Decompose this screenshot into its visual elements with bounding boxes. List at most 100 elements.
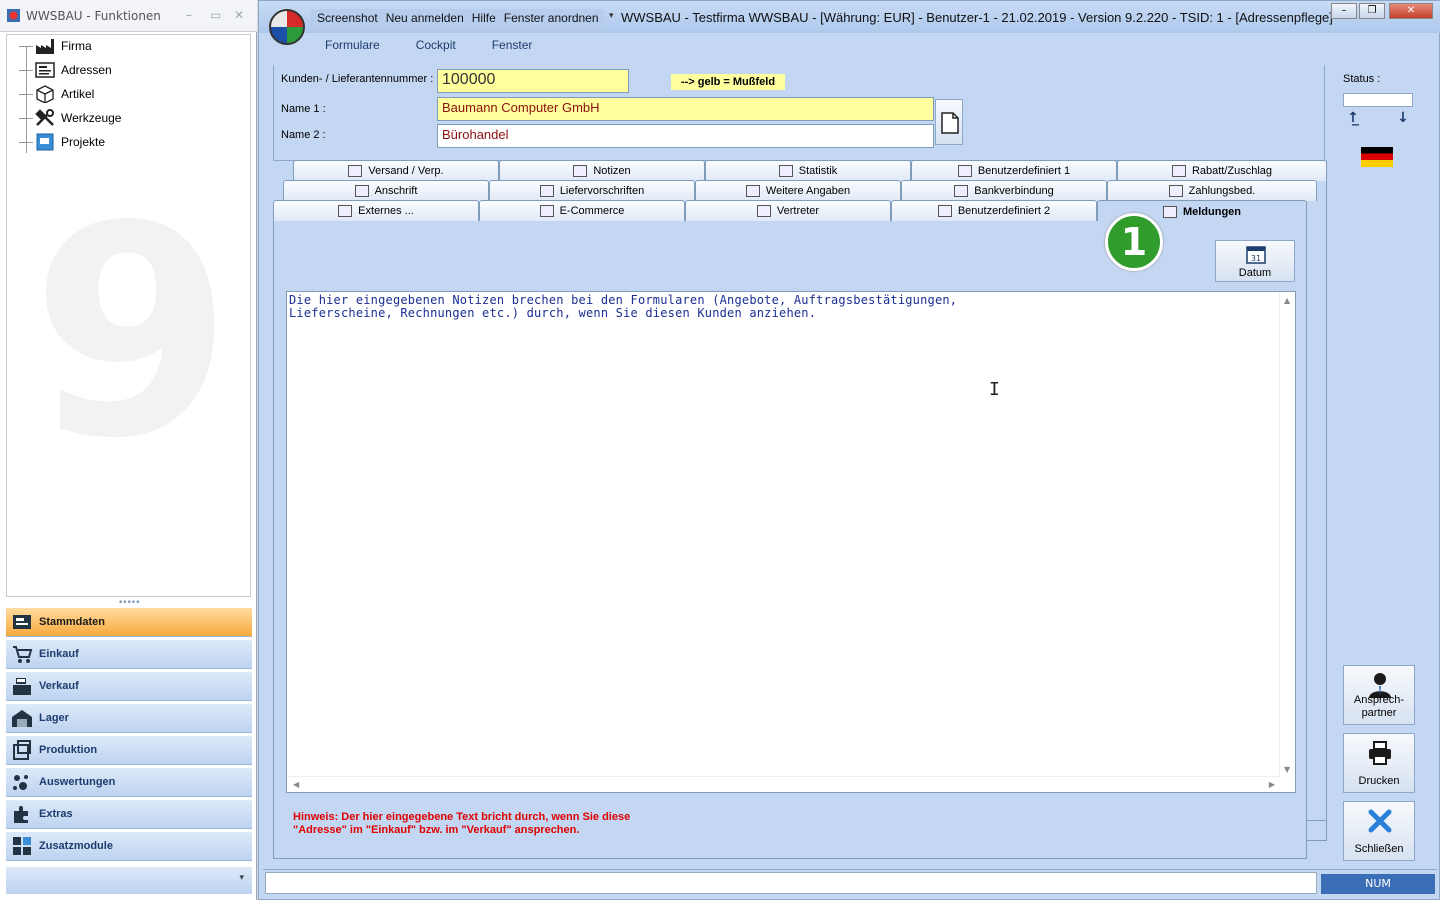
tree-item-label: Firma [61, 39, 92, 53]
tab-label: Anschrift [374, 185, 418, 197]
record-up-icon[interactable]: ↑̲ [1343, 109, 1363, 129]
tab-label: Rabatt/Zuschlag [1191, 165, 1273, 177]
nav-verkauf[interactable]: Verkauf [6, 671, 252, 701]
horizontal-scrollbar[interactable]: ◀ ▶ [287, 776, 1281, 792]
quick-menu-fenster-anordnen[interactable]: Fenster anordnen [504, 11, 599, 27]
nav-label: Verkauf [39, 680, 79, 692]
datum-button[interactable]: 31 Datum [1215, 240, 1295, 282]
tab-e-commerce[interactable]: E-Commerce [479, 200, 685, 221]
scroll-left-icon[interactable]: ◀ [293, 780, 299, 789]
drucken-button[interactable]: Drucken [1343, 733, 1415, 793]
quick-menu-neu-anmelden[interactable]: Neu anmelden [386, 11, 464, 27]
functions-window-title: WWSBAU - Funktionen [26, 9, 161, 23]
tab-liefervorschriften[interactable]: Liefervorschriften [489, 180, 695, 201]
payment-icon [1168, 185, 1183, 197]
tab-bankverbindung[interactable]: Bankverbindung [901, 180, 1107, 201]
schliessen-button[interactable]: Schließen [1343, 801, 1415, 861]
tab-versand[interactable]: Versand / Verp. [293, 160, 499, 181]
users-icon [937, 205, 952, 217]
menu-formulare[interactable]: Formulare [325, 34, 380, 56]
tab-label: Benutzerdefiniert 1 [977, 165, 1071, 177]
tree-item-label: Projekte [61, 135, 106, 149]
tab-weitere-angaben[interactable]: Weitere Angaben [695, 180, 901, 201]
scroll-down-icon[interactable]: ▼ [1284, 765, 1290, 774]
tree-item-artikel[interactable]: Artikel [19, 83, 94, 105]
tree-item-firma[interactable]: Firma [19, 35, 92, 57]
nav-footer[interactable]: ▾ [6, 866, 252, 894]
tab-label: Externes ... [358, 205, 414, 217]
tab-label: Notizen [593, 165, 631, 177]
quick-menu-hilfe[interactable]: Hilfe [472, 11, 496, 27]
address-card-icon [35, 62, 55, 78]
address-maintenance-window: Screenshot Neu anmelden Hilfe Fenster an… [258, 0, 1440, 900]
nav-produktion[interactable]: Produktion [6, 735, 252, 765]
quick-menu-screenshot[interactable]: Screenshot [317, 11, 378, 27]
function-tree: 9 Firma Adressen Artikel Werkzeuge Proje… [6, 34, 251, 597]
tree-item-label: Artikel [61, 87, 95, 101]
nav-einkauf[interactable]: Einkauf [6, 639, 252, 669]
kundennr-label: Kunden- / Lieferantennummer : [281, 73, 434, 85]
nav-extras[interactable]: Extras [6, 799, 252, 829]
schliessen-label: Schließen [1354, 843, 1404, 855]
nav-zusatzmodule[interactable]: Zusatzmodule [6, 831, 252, 861]
scroll-right-icon[interactable]: ▶ [1269, 780, 1275, 789]
factory-icon [36, 39, 54, 54]
chart-icon [778, 165, 793, 177]
hint-text: Hinweis: Der hier eingegebene Text brich… [293, 811, 631, 836]
printer-icon [1369, 741, 1391, 765]
tab-benutzerdefiniert-1[interactable]: Benutzerdefiniert 1 [911, 160, 1117, 181]
package-icon [348, 165, 363, 177]
main-close-button[interactable]: ✕ [1389, 3, 1433, 19]
status-field[interactable] [1343, 93, 1413, 107]
nav-label: Produktion [39, 744, 98, 756]
maximize-icon[interactable]: ▭ [210, 8, 221, 22]
nav-auswertungen[interactable]: Auswertungen [6, 767, 252, 797]
master-data-icon [13, 615, 31, 629]
tab-rabatt-zuschlag[interactable]: Rabatt/Zuschlag [1117, 160, 1327, 181]
notes-textarea[interactable]: Die hier eingegebenen Notizen brechen be… [286, 291, 1296, 793]
menu-cockpit[interactable]: Cockpit [416, 34, 456, 56]
chevron-down-icon[interactable]: ▾ [239, 873, 244, 883]
tab-label: Statistik [798, 165, 838, 177]
tab-anschrift[interactable]: Anschrift [283, 180, 489, 201]
vertical-scrollbar[interactable]: ▲ ▼ [1279, 292, 1295, 776]
tab-notizen[interactable]: Notizen [499, 160, 705, 181]
tab-externes[interactable]: Externes ... [273, 200, 479, 221]
notes-text[interactable]: Die hier eingegebenen Notizen brechen be… [289, 294, 1279, 320]
scroll-up-icon[interactable]: ▲ [1284, 296, 1290, 305]
tab-statistik[interactable]: Statistik [705, 160, 911, 181]
tree-item-projekte[interactable]: Projekte [19, 131, 105, 153]
tab-label: Weitere Angaben [765, 185, 851, 197]
cash-register-icon [13, 678, 31, 695]
calendar-icon: 31 [1246, 246, 1266, 264]
document-button[interactable] [935, 99, 963, 145]
main-minimize-button[interactable]: – [1331, 3, 1357, 19]
tab-zahlungsbed[interactable]: Zahlungsbed. [1107, 180, 1317, 201]
main-restore-button[interactable]: ❐ [1359, 3, 1385, 19]
tab-vertreter[interactable]: Vertreter [685, 200, 891, 221]
minimize-icon[interactable]: – [186, 8, 192, 22]
nav-stammdaten[interactable]: Stammdaten [6, 607, 252, 637]
tab-label: Bankverbindung [974, 185, 1054, 197]
basket-icon [539, 205, 554, 217]
tab-benutzerdefiniert-2[interactable]: Benutzerdefiniert 2 [891, 200, 1097, 221]
record-down-icon[interactable]: ↓ [1393, 109, 1413, 129]
tree-item-adressen[interactable]: Adressen [19, 59, 112, 81]
name2-field[interactable]: Bürohandel [437, 124, 934, 148]
ansprechpartner-button[interactable]: Ansprech-partner [1343, 665, 1415, 725]
close-icon[interactable]: ✕ [234, 8, 244, 22]
text-cursor-icon: I [989, 379, 1000, 400]
nav-label: Extras [39, 808, 73, 820]
users-icon [957, 165, 972, 177]
nav-lager[interactable]: Lager [6, 703, 252, 733]
tree-item-werkzeuge[interactable]: Werkzeuge [19, 107, 121, 129]
shopping-cart-icon [13, 646, 33, 663]
name1-field[interactable]: Baumann Computer GmbH [437, 97, 934, 121]
box-icon [36, 85, 54, 103]
quick-access-dropdown-icon[interactable]: ▾ [609, 11, 614, 21]
watermark-logo: 9 [31, 165, 233, 502]
note-icon [573, 165, 588, 177]
tab-label: Liefervorschriften [559, 185, 645, 197]
kundennr-field[interactable]: 100000 [437, 69, 629, 93]
menu-fenster[interactable]: Fenster [492, 34, 533, 56]
